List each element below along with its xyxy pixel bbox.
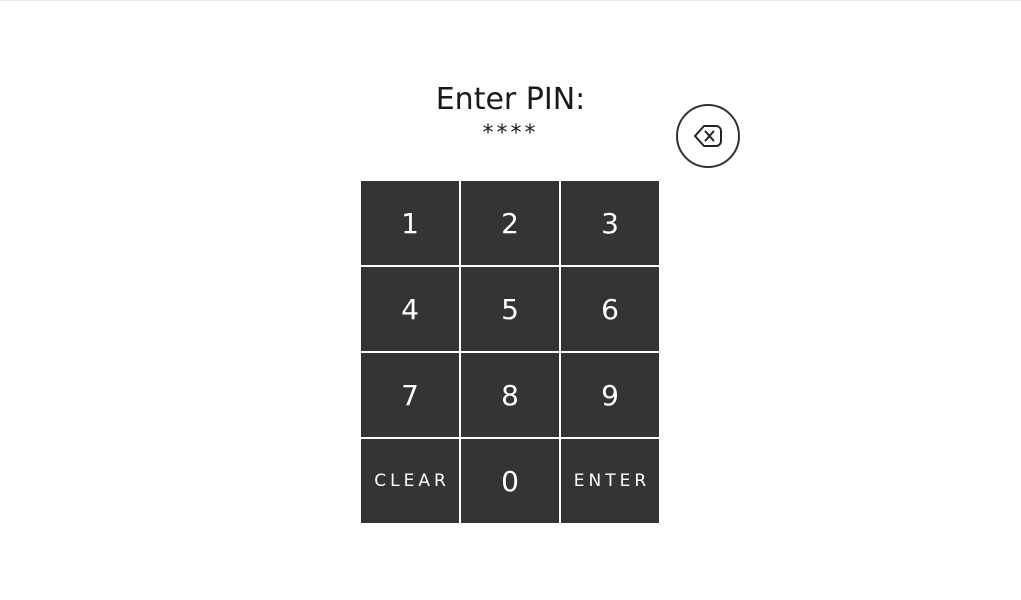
- key-5[interactable]: 5: [461, 267, 559, 351]
- key-3[interactable]: 3: [561, 181, 659, 265]
- key-6[interactable]: 6: [561, 267, 659, 351]
- key-8[interactable]: 8: [461, 353, 559, 437]
- key-4[interactable]: 4: [361, 267, 459, 351]
- pin-display: ****: [482, 121, 539, 146]
- keypad: 1 2 3 4 5 6 7 8 9 CLEAR 0 ENTER: [361, 181, 659, 523]
- clear-button[interactable]: CLEAR: [361, 439, 459, 523]
- enter-button[interactable]: ENTER: [561, 439, 659, 523]
- key-2[interactable]: 2: [461, 181, 559, 265]
- pin-entry-screen: Enter PIN: **** 1 2 3 4 5 6 7 8 9 CLEAR …: [0, 0, 1021, 600]
- key-7[interactable]: 7: [361, 353, 459, 437]
- key-9[interactable]: 9: [561, 353, 659, 437]
- key-1[interactable]: 1: [361, 181, 459, 265]
- backspace-icon: [694, 125, 722, 147]
- key-0[interactable]: 0: [461, 439, 559, 523]
- page-title: Enter PIN:: [435, 82, 586, 117]
- backspace-button[interactable]: [676, 104, 740, 168]
